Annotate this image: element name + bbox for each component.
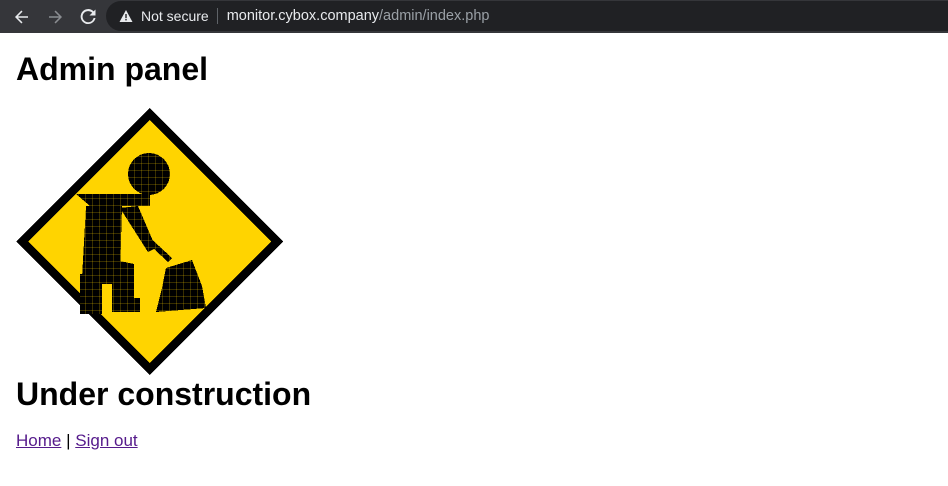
page-title: Admin panel: [16, 51, 209, 87]
url-text[interactable]: monitor.cybox.company/admin/index.php: [227, 8, 490, 24]
address-divider: [216, 8, 218, 24]
browser-toolbar: Not secure monitor.cybox.company/admin/i…: [0, 0, 948, 33]
url-host: monitor.cybox.company: [226, 8, 380, 24]
forward-button[interactable]: [44, 6, 66, 28]
back-arrow-icon: [15, 10, 28, 23]
address-bar[interactable]: Not secure monitor.cybox.company/admin/i…: [106, 1, 948, 31]
reload-button[interactable]: [77, 6, 99, 28]
footer-links: Home | Sign out: [16, 431, 138, 451]
under-construction-heading: Under construction: [16, 376, 312, 412]
back-button[interactable]: [11, 6, 33, 28]
url-path: /admin/index.php: [379, 8, 490, 24]
under-construction-sign-icon: [16, 108, 283, 375]
link-separator: |: [66, 431, 71, 450]
security-status-label[interactable]: Not secure: [141, 8, 209, 24]
forward-arrow-icon: [49, 10, 62, 23]
reload-icon: [80, 8, 96, 24]
warning-triangle-icon[interactable]: [119, 9, 133, 23]
home-link[interactable]: Home: [16, 431, 61, 450]
sign-out-link[interactable]: Sign out: [75, 431, 137, 450]
